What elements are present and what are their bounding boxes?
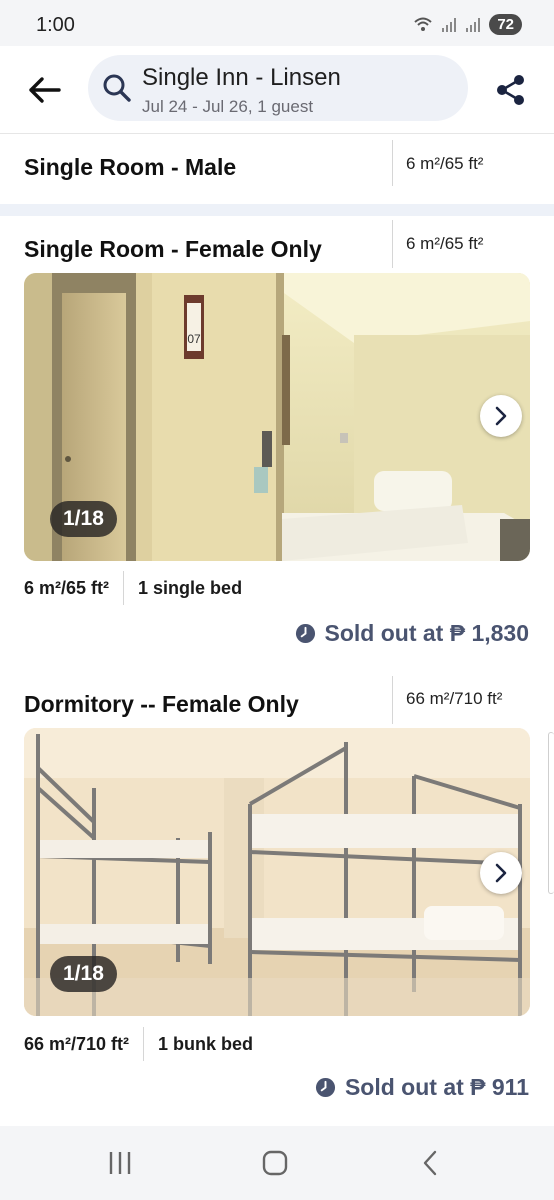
price-status: Sold out at ₱ 911 bbox=[315, 1074, 529, 1101]
room-size-spec: 66 m²/710 ft² bbox=[24, 1033, 130, 1054]
room-name: Single Room - Female Only bbox=[24, 236, 322, 262]
sold-out-text: Sold out at ₱ 911 bbox=[344, 1074, 529, 1100]
share-icon bbox=[497, 75, 524, 105]
room-photo[interactable]: 1/18 bbox=[24, 728, 530, 1016]
room-size: 6 m²/65 ft² bbox=[406, 234, 484, 253]
scrollbar[interactable] bbox=[548, 732, 554, 894]
room-size: 6 m²/65 ft² bbox=[406, 154, 484, 173]
room-size: 66 m²/710 ft² bbox=[406, 689, 503, 708]
clock-icon bbox=[315, 1077, 335, 1098]
door-number: 07 bbox=[187, 332, 201, 346]
recents-icon bbox=[109, 1152, 131, 1174]
chevron-right-icon bbox=[495, 863, 507, 883]
room-photo[interactable]: 07 1/18 bbox=[24, 273, 530, 561]
wifi-icon bbox=[414, 17, 432, 31]
divider bbox=[392, 220, 393, 268]
search-bar[interactable]: Single Inn - Linsen Jul 24 - Jul 26, 1 g… bbox=[88, 55, 468, 121]
sold-out-text: Sold out at ₱ 1,830 bbox=[324, 620, 530, 646]
price-status: Sold out at ₱ 1,830 bbox=[295, 620, 530, 647]
bed-type: 1 bunk bed bbox=[158, 1033, 254, 1054]
hotel-name: Single Inn - Linsen bbox=[142, 64, 341, 91]
home-icon bbox=[262, 1150, 288, 1176]
photo-counter: 1/18 bbox=[50, 501, 117, 537]
back-button[interactable] bbox=[24, 70, 64, 110]
back-arrow-icon bbox=[29, 77, 61, 103]
room-name: Single Room - Male bbox=[24, 154, 237, 180]
dates-guests: Jul 24 - Jul 26, 1 guest bbox=[142, 97, 314, 116]
back-nav-button[interactable] bbox=[410, 1146, 450, 1180]
next-photo-button[interactable] bbox=[480, 395, 522, 437]
section-separator bbox=[0, 204, 554, 216]
signal-icon bbox=[466, 17, 481, 32]
room-name: Dormitory -- Female Only bbox=[24, 691, 299, 717]
recents-button[interactable] bbox=[100, 1146, 140, 1180]
chevron-right-icon bbox=[495, 406, 507, 426]
search-icon bbox=[103, 74, 131, 102]
clock-icon bbox=[295, 623, 315, 644]
header: Single Inn - Linsen Jul 24 - Jul 26, 1 g… bbox=[0, 46, 554, 134]
share-button[interactable] bbox=[492, 70, 530, 110]
status-icons: 72 bbox=[413, 14, 522, 35]
bed-type: 1 single bed bbox=[138, 577, 243, 598]
divider bbox=[392, 676, 393, 724]
photo-counter: 1/18 bbox=[50, 956, 117, 992]
room-size-spec: 6 m²/65 ft² bbox=[24, 577, 110, 598]
status-bar: 1:00 72 bbox=[0, 0, 554, 46]
divider bbox=[143, 1027, 145, 1061]
battery-indicator: 72 bbox=[489, 14, 522, 35]
status-time: 1:00 bbox=[36, 14, 75, 36]
back-chevron-icon bbox=[423, 1150, 437, 1176]
next-photo-button[interactable] bbox=[480, 852, 522, 894]
signal-icon bbox=[442, 17, 457, 32]
room-specs: 6 m²/65 ft² 1 single bed bbox=[24, 570, 242, 606]
divider bbox=[123, 571, 125, 605]
home-button[interactable] bbox=[255, 1146, 295, 1180]
room-specs: 66 m²/710 ft² 1 bunk bed bbox=[24, 1026, 253, 1062]
system-nav-bar bbox=[0, 1126, 554, 1200]
divider bbox=[392, 140, 393, 186]
